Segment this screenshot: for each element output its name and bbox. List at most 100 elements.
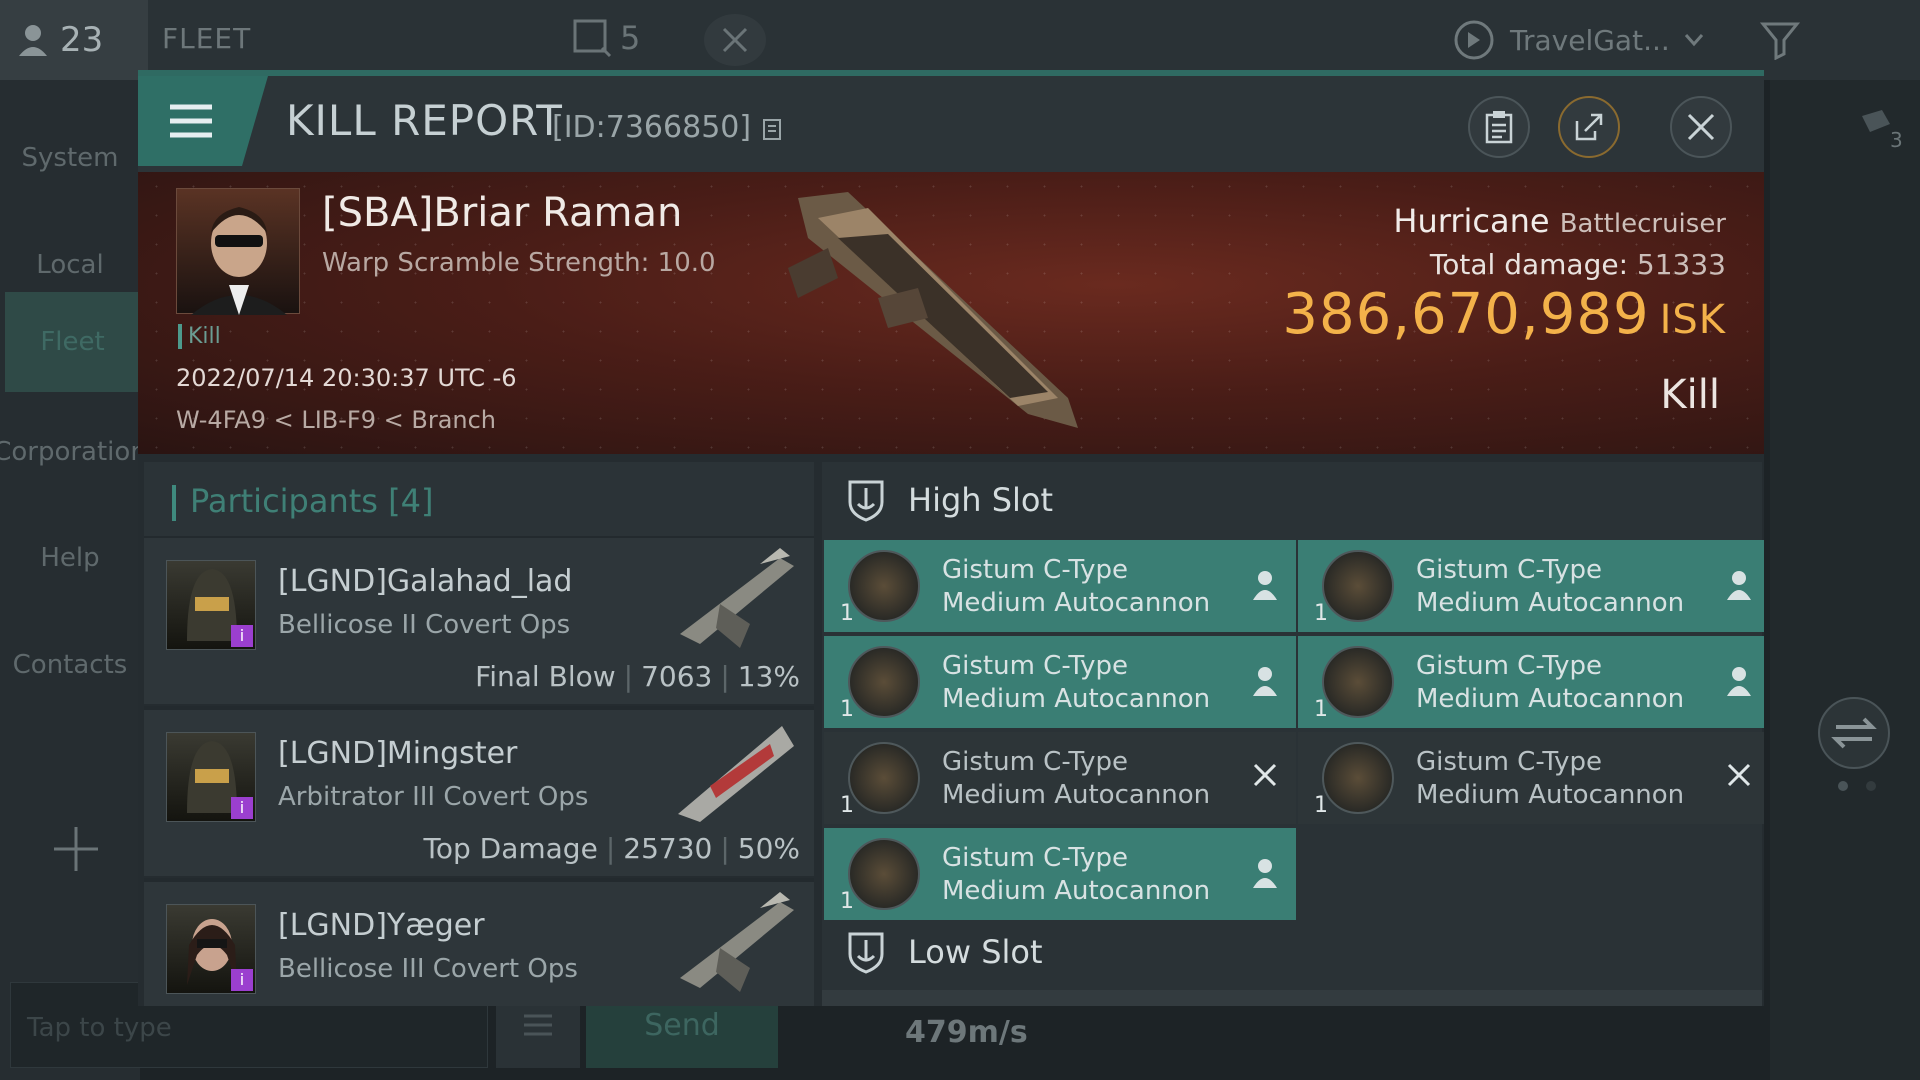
- rank-badge: i: [231, 797, 253, 819]
- hamburger-icon: [170, 104, 212, 138]
- module-name: Gistum C-Type Medium Autocannon: [1416, 650, 1716, 716]
- kill-tag: Kill: [178, 324, 221, 349]
- destroyed-x-icon: [1727, 763, 1751, 787]
- high-slot-header: High Slot: [822, 462, 1762, 538]
- module-name: Gistum C-Type Medium Autocannon: [942, 650, 1242, 716]
- ship-stack-count: 3: [1890, 128, 1903, 152]
- destroyed-x-icon: [1253, 763, 1277, 787]
- modal-header: KILL REPORT [ID:7366850]: [138, 76, 1764, 172]
- module-name: Gistum C-Type Medium Autocannon: [942, 746, 1242, 812]
- speed-readout: 479m/s: [905, 1015, 1028, 1050]
- participant-avatar[interactable]: i: [166, 732, 256, 822]
- module-slot[interactable]: 1 Gistum C-Type Medium Autocannon: [1298, 540, 1764, 632]
- share-button[interactable]: [1558, 96, 1620, 158]
- module-slot[interactable]: 1 Gistum C-Type Medium Autocannon: [1298, 732, 1764, 824]
- module-name-line1: Gistum C-Type: [942, 747, 1129, 777]
- report-id[interactable]: [ID:7366850]: [552, 110, 783, 145]
- module-name-line2: Medium Autocannon: [1416, 588, 1685, 618]
- module-name: Gistum C-Type Medium Autocannon: [942, 554, 1242, 620]
- menu-button[interactable]: [138, 76, 268, 166]
- isk-amount: 386,670,989: [1282, 282, 1650, 347]
- close-button[interactable]: [1670, 96, 1732, 158]
- sidebar-item-system[interactable]: System: [0, 108, 140, 208]
- participant-ship: Arbitrator III Covert Ops: [278, 782, 589, 812]
- fitted-person-icon: [1727, 667, 1751, 696]
- module-name-line1: Gistum C-Type: [1416, 747, 1603, 777]
- sidebar: System Local Fleet Corporation Help Cont…: [0, 80, 147, 1080]
- module-slot[interactable]: 1 Gistum C-Type Medium Autocannon: [824, 732, 1296, 824]
- isk-unit: ISK: [1659, 297, 1726, 343]
- high-slot-label: High Slot: [908, 481, 1054, 519]
- module-name-line1: Gistum C-Type: [942, 555, 1129, 585]
- swap-icon: [1831, 717, 1877, 749]
- participant-ship-image: [670, 544, 800, 658]
- high-slot-icon: [848, 480, 884, 522]
- participant-ship: Bellicose III Covert Ops: [278, 954, 578, 984]
- participant-row[interactable]: i [LGND]Galahad_lad Bellicose II Covert …: [144, 538, 814, 706]
- fitted-person-icon: [1253, 859, 1277, 888]
- filter-icon: [1759, 22, 1801, 61]
- kill-location[interactable]: W-4FA9 < LIB-F9 < Branch: [176, 406, 496, 434]
- right-panel: 3: [1770, 80, 1920, 1080]
- online-counter[interactable]: 23: [0, 0, 148, 80]
- kill-report-modal: KILL REPORT [ID:7366850] [SBA]Briar Rama…: [138, 70, 1764, 1006]
- autocannon-icon: [1322, 742, 1394, 814]
- autocannon-icon: [848, 550, 920, 622]
- participant-name: [LGND]Galahad_lad: [278, 564, 573, 599]
- share-icon: [1575, 113, 1603, 141]
- swap-button[interactable]: [1818, 697, 1890, 769]
- module-name-line1: Gistum C-Type: [1416, 555, 1603, 585]
- participants-panel: Participants [4] i [LGND]Galahad_lad Bel…: [144, 462, 814, 1006]
- covert-ops-icon: [680, 548, 794, 648]
- module-qty: 1: [1314, 793, 1328, 818]
- module-slot[interactable]: 1 Gistum C-Type Medium Autocannon: [824, 828, 1296, 920]
- autocannon-icon: [848, 742, 920, 814]
- result-label: Kill: [1660, 372, 1720, 418]
- autocannon-icon: [1322, 550, 1394, 622]
- sidebar-item-corporation[interactable]: Corporation: [0, 402, 147, 502]
- window-count: 5: [620, 19, 641, 57]
- clipboard-icon: [1485, 111, 1513, 144]
- sidebar-item-help[interactable]: Help: [0, 508, 140, 608]
- participant-avatar[interactable]: i: [166, 560, 256, 650]
- participant-name: [LGND]Yæger: [278, 908, 485, 943]
- filter-button[interactable]: [1759, 20, 1801, 64]
- module-slot[interactable]: 1 Gistum C-Type Medium Autocannon: [824, 636, 1296, 728]
- autocannon-icon: [1322, 646, 1394, 718]
- sidebar-item-fleet[interactable]: Fleet: [5, 292, 140, 392]
- fleet-label: FLEET: [162, 22, 252, 55]
- window-counter[interactable]: 5: [572, 18, 640, 58]
- participant-row[interactable]: i [LGND]Mingster Arbitrator III Covert O…: [144, 710, 814, 878]
- autocannon-icon: [848, 646, 920, 718]
- total-damage: Total damage: 51333: [1430, 248, 1726, 281]
- clipboard-button[interactable]: [1468, 96, 1530, 158]
- top-bar: 23 FLEET 5 TravelGat...: [0, 0, 1920, 80]
- participant-row[interactable]: i [LGND]Yæger Bellicose III Covert Ops: [144, 882, 814, 1006]
- report-id-text: [ID:7366850]: [552, 110, 752, 145]
- add-channel-button[interactable]: [52, 825, 100, 877]
- fleet-close-button[interactable]: [704, 14, 766, 66]
- victim-stat: Warp Scramble Strength: 10.0: [322, 248, 716, 278]
- module-slot[interactable]: 1 Gistum C-Type Medium Autocannon: [1298, 636, 1764, 728]
- participant-ship: Bellicose II Covert Ops: [278, 610, 571, 640]
- module-name-line2: Medium Autocannon: [942, 876, 1211, 906]
- module-name-line1: Gistum C-Type: [942, 843, 1129, 873]
- module-qty: 1: [840, 601, 854, 626]
- person-icon: [19, 25, 47, 56]
- participant-avatar[interactable]: i: [166, 904, 256, 994]
- fitted-person-icon: [1727, 571, 1751, 600]
- sidebar-item-contacts[interactable]: Contacts: [0, 615, 140, 715]
- participants-title: Participants [4]: [190, 482, 434, 520]
- victim-portrait[interactable]: [176, 188, 300, 315]
- gate-icon: [1454, 20, 1494, 60]
- module-name-line1: Gistum C-Type: [1416, 651, 1603, 681]
- fitting-panel: High Slot 1 Gistum C-Type Medium Autocann…: [822, 462, 1764, 1006]
- module-name: Gistum C-Type Medium Autocannon: [942, 842, 1242, 908]
- rank-badge: i: [231, 969, 253, 991]
- module-name-line1: Gistum C-Type: [942, 651, 1129, 681]
- low-slot-row: [822, 990, 1762, 1006]
- page-dots: [1838, 781, 1876, 791]
- participant-damage-percent: 50%: [737, 832, 800, 865]
- module-slot[interactable]: 1 Gistum C-Type Medium Autocannon: [824, 540, 1296, 632]
- travel-dropdown[interactable]: TravelGat...: [1452, 12, 1712, 68]
